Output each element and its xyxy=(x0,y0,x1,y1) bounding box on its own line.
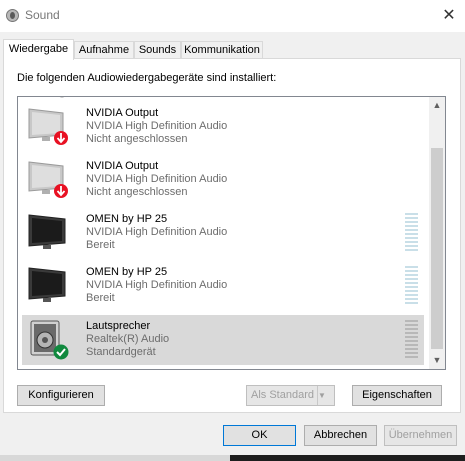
list-item-selected[interactable]: Lautsprecher Realtek(R) Audio Standardge… xyxy=(22,315,424,365)
device-list[interactable]: NVIDIA Output NVIDIA High Definition Aud… xyxy=(17,96,446,370)
device-status: Bereit xyxy=(86,292,115,304)
playback-panel: Die folgenden Audiowiedergabegeräte sind… xyxy=(3,58,461,413)
monitor-disconnected-icon xyxy=(27,105,69,147)
list-item[interactable]: OMEN by HP 25 NVIDIA High Definition Aud… xyxy=(22,261,424,311)
device-description: NVIDIA High Definition Audio xyxy=(86,120,228,132)
cancel-button[interactable]: Abbrechen xyxy=(304,425,377,446)
chevron-down-icon: ▼ xyxy=(317,386,334,405)
device-status: Nicht angeschlossen xyxy=(86,186,188,198)
device-name: OMEN by HP 25 xyxy=(86,213,168,225)
speaker-app-icon xyxy=(6,9,19,22)
background-strip-light xyxy=(0,455,230,461)
device-status: Standardgerät xyxy=(86,346,156,358)
partial-device-icon xyxy=(55,97,69,101)
close-icon[interactable]: ✕ xyxy=(437,4,461,28)
device-description: NVIDIA High Definition Audio xyxy=(86,279,228,291)
device-name: NVIDIA Output xyxy=(86,107,159,119)
set-default-label: Als Standard xyxy=(251,389,314,401)
device-name: Lautsprecher xyxy=(86,320,151,332)
ok-button[interactable]: OK xyxy=(223,425,296,446)
volume-meter xyxy=(405,320,418,360)
scroll-down-icon[interactable]: ▼ xyxy=(429,352,445,369)
device-status: Nicht angeschlossen xyxy=(86,133,188,145)
tab-wiedergabe[interactable]: Wiedergabe xyxy=(3,39,74,60)
tab-kommunikation[interactable]: Kommunikation xyxy=(181,41,263,59)
vertical-scrollbar[interactable]: ▲ ▼ xyxy=(429,97,445,369)
sound-dialog: Sound ✕ Wiedergabe Aufnahme Sounds Kommu… xyxy=(0,0,465,461)
scroll-up-icon[interactable]: ▲ xyxy=(429,97,445,114)
device-name: OMEN by HP 25 xyxy=(86,266,168,278)
monitor-disconnected-icon xyxy=(27,158,69,200)
volume-meter xyxy=(405,213,418,253)
device-status: Bereit xyxy=(86,239,115,251)
scrollbar-thumb[interactable] xyxy=(431,148,443,349)
title-bar[interactable]: Sound ✕ xyxy=(0,0,465,32)
speaker-default-icon xyxy=(27,318,69,360)
configure-button[interactable]: Konfigurieren xyxy=(17,385,105,406)
volume-meter xyxy=(405,266,418,306)
list-item[interactable]: NVIDIA Output NVIDIA High Definition Aud… xyxy=(22,102,424,152)
device-description: NVIDIA High Definition Audio xyxy=(86,173,228,185)
monitor-icon xyxy=(27,211,69,253)
properties-button[interactable]: Eigenschaften xyxy=(352,385,442,406)
monitor-icon xyxy=(27,264,69,306)
window-title: Sound xyxy=(25,8,60,22)
tab-sounds[interactable]: Sounds xyxy=(134,41,181,59)
device-description: Realtek(R) Audio xyxy=(86,333,170,345)
set-default-button: Als Standard ▼ xyxy=(246,385,335,406)
device-name: NVIDIA Output xyxy=(86,160,159,172)
list-item[interactable]: NVIDIA Output NVIDIA High Definition Aud… xyxy=(22,155,424,205)
intro-text: Die folgenden Audiowiedergabegeräte sind… xyxy=(17,72,277,84)
tab-aufnahme[interactable]: Aufnahme xyxy=(74,41,134,59)
list-item[interactable]: OMEN by HP 25 NVIDIA High Definition Aud… xyxy=(22,208,424,258)
apply-button: Übernehmen xyxy=(384,425,457,446)
device-description: NVIDIA High Definition Audio xyxy=(86,226,228,238)
